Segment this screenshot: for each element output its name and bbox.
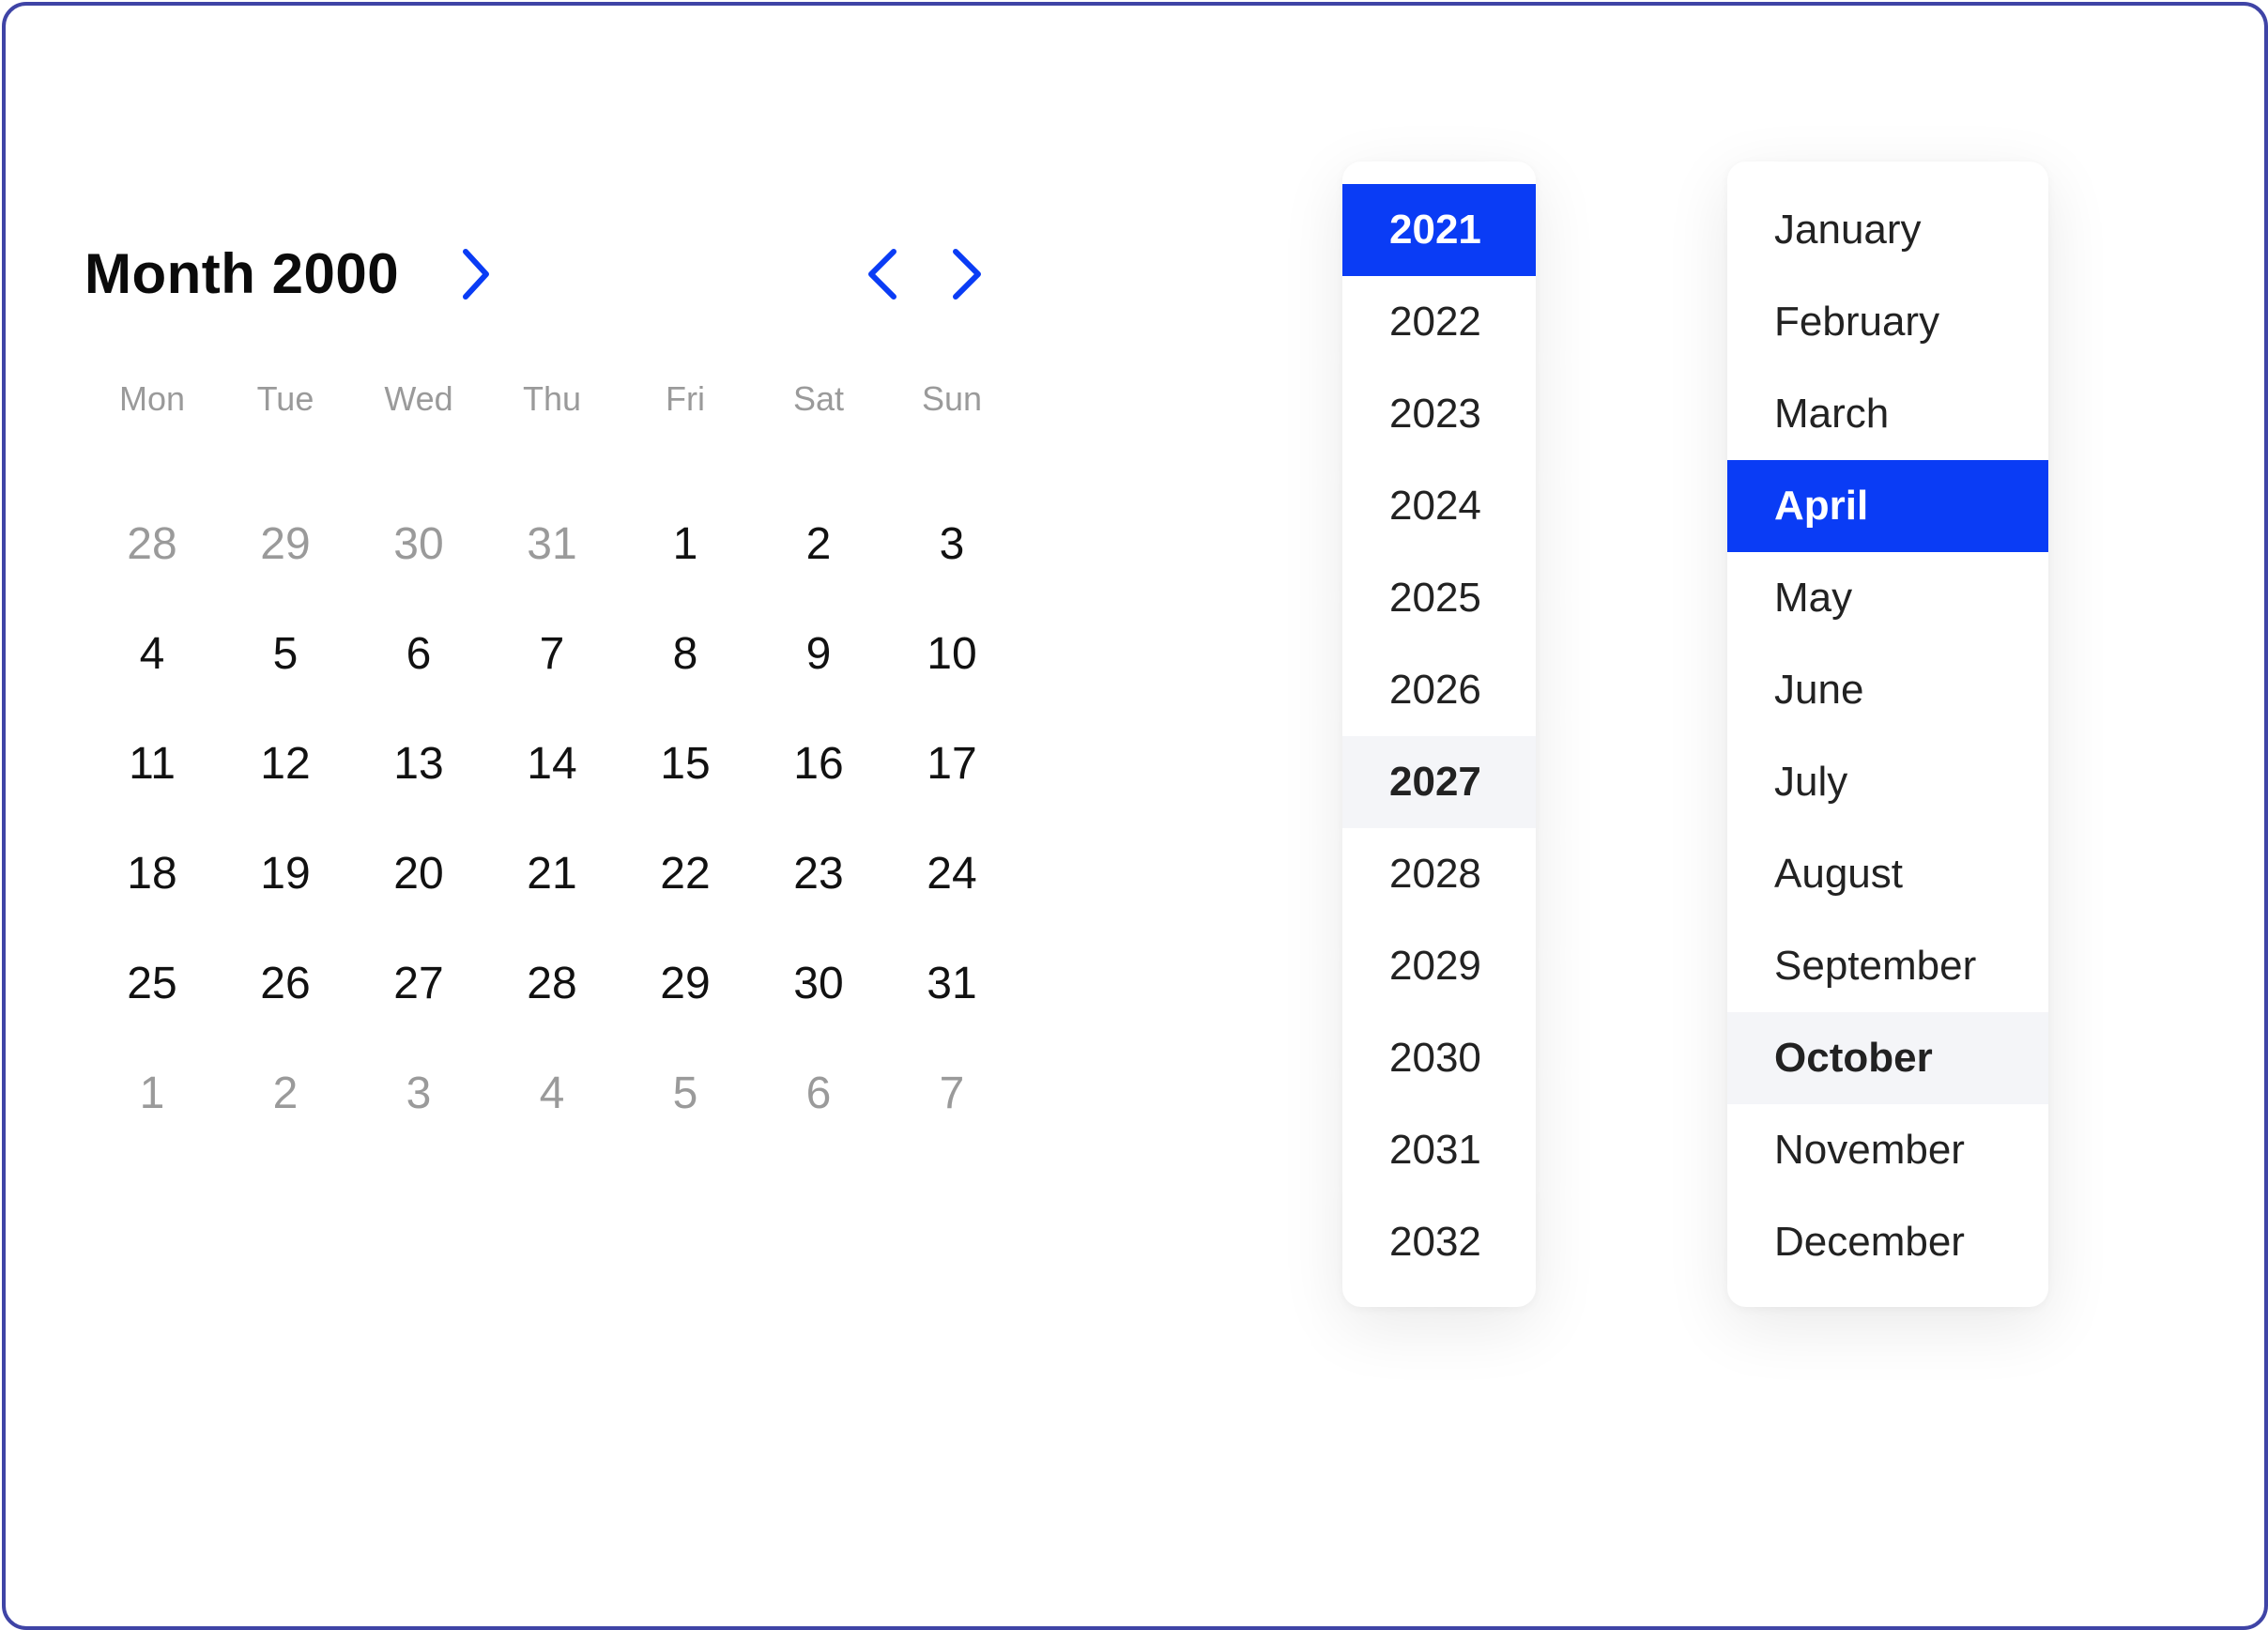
month-option[interactable]: September xyxy=(1727,920,2048,1012)
chevron-right-icon[interactable] xyxy=(460,246,492,302)
day-cell[interactable]: 10 xyxy=(896,612,1008,697)
month-option[interactable]: January xyxy=(1727,184,2048,276)
year-option[interactable]: 2032 xyxy=(1342,1196,1536,1288)
day-cell[interactable]: 2 xyxy=(762,502,875,587)
year-option[interactable]: 2023 xyxy=(1342,368,1536,460)
day-cell[interactable]: 18 xyxy=(96,832,208,916)
day-cell[interactable]: 5 xyxy=(229,612,342,697)
day-cell[interactable]: 26 xyxy=(229,942,342,1026)
year-option[interactable]: 2030 xyxy=(1342,1012,1536,1104)
day-cell[interactable]: 30 xyxy=(762,942,875,1026)
day-cell[interactable]: 23 xyxy=(762,832,875,916)
day-cell[interactable]: 7 xyxy=(496,612,608,697)
month-option[interactable]: August xyxy=(1727,828,2048,920)
month-option[interactable]: October xyxy=(1727,1012,2048,1104)
day-cell[interactable]: 17 xyxy=(896,722,1008,807)
year-option[interactable]: 2027 xyxy=(1342,736,1536,828)
weekday-header: Mon Tue Wed Thu Fri Sat Sun xyxy=(86,374,1006,424)
month-option[interactable]: April xyxy=(1727,460,2048,552)
year-option[interactable]: 2028 xyxy=(1342,828,1536,920)
year-option[interactable]: 2029 xyxy=(1342,920,1536,1012)
day-cell-outside-month[interactable]: 3 xyxy=(362,1052,475,1136)
year-option[interactable]: 2026 xyxy=(1342,644,1536,736)
day-cell-outside-month[interactable]: 5 xyxy=(629,1052,742,1136)
day-cell[interactable]: 19 xyxy=(229,832,342,916)
month-year-title[interactable]: Month 2000 xyxy=(84,237,399,312)
year-option[interactable]: 2025 xyxy=(1342,552,1536,644)
day-cell-outside-month[interactable]: 7 xyxy=(896,1052,1008,1136)
day-cell-outside-month[interactable]: 2 xyxy=(229,1052,342,1136)
year-option[interactable]: 2022 xyxy=(1342,276,1536,368)
day-cell[interactable]: 15 xyxy=(629,722,742,807)
day-cell-outside-month[interactable]: 31 xyxy=(496,502,608,587)
day-cell[interactable]: 31 xyxy=(896,942,1008,1026)
day-cell[interactable]: 16 xyxy=(762,722,875,807)
weekday-label: Thu xyxy=(522,379,582,418)
day-cell-outside-month[interactable]: 4 xyxy=(496,1052,608,1136)
day-cell[interactable]: 22 xyxy=(629,832,742,916)
day-cell[interactable]: 1 xyxy=(629,502,742,587)
weekday-label: Mon xyxy=(118,379,186,418)
next-month-button[interactable] xyxy=(948,246,986,302)
weekday-label: Tue xyxy=(256,379,314,418)
year-dropdown: 2021 2022 2023 2024 2025 2026 2027 2028 2029 2030… xyxy=(1342,161,1536,1307)
day-cell[interactable]: 13 xyxy=(362,722,475,807)
day-cell[interactable]: 24 xyxy=(896,832,1008,916)
year-option[interactable]: 2024 xyxy=(1342,460,1536,552)
day-cell-outside-month[interactable]: 29 xyxy=(229,502,342,587)
month-option[interactable]: February xyxy=(1727,276,2048,368)
day-cell-outside-month[interactable]: 30 xyxy=(362,502,475,587)
app-frame: Month 2000 Mon Tue Wed Thu Fri Sat Sun 28 29 30 3… xyxy=(2,2,2268,1630)
weekday-label: Sat xyxy=(792,379,845,418)
day-cell[interactable]: 4 xyxy=(96,612,208,697)
chevron-right-icon xyxy=(953,249,981,300)
day-cell[interactable]: 14 xyxy=(496,722,608,807)
day-cell[interactable]: 27 xyxy=(362,942,475,1026)
month-dropdown: January February March April May June July Augu… xyxy=(1727,161,2048,1307)
year-option[interactable]: 2021 xyxy=(1342,184,1536,276)
day-cell-outside-month[interactable]: 28 xyxy=(96,502,208,587)
month-option[interactable]: March xyxy=(1727,368,2048,460)
month-option[interactable]: November xyxy=(1727,1104,2048,1196)
weekday-label: Sun xyxy=(921,379,983,418)
day-cell[interactable]: 25 xyxy=(96,942,208,1026)
day-cell[interactable]: 11 xyxy=(96,722,208,807)
weekday-label: Wed xyxy=(384,379,453,418)
month-option[interactable]: June xyxy=(1727,644,2048,736)
day-cell[interactable]: 21 xyxy=(496,832,608,916)
day-cell-outside-month[interactable]: 1 xyxy=(96,1052,208,1136)
prev-month-button[interactable] xyxy=(864,246,901,302)
day-cell[interactable]: 8 xyxy=(629,612,742,697)
day-cell[interactable]: 28 xyxy=(496,942,608,1026)
day-cell[interactable]: 29 xyxy=(629,942,742,1026)
day-cell[interactable]: 6 xyxy=(362,612,475,697)
day-cell[interactable]: 12 xyxy=(229,722,342,807)
day-cell[interactable]: 20 xyxy=(362,832,475,916)
weekday-label: Fri xyxy=(666,379,705,418)
year-option[interactable]: 2031 xyxy=(1342,1104,1536,1196)
day-cell[interactable]: 9 xyxy=(762,612,875,697)
month-option[interactable]: May xyxy=(1727,552,2048,644)
month-option[interactable]: December xyxy=(1727,1196,2048,1288)
chevron-left-icon xyxy=(868,249,896,300)
month-option[interactable]: July xyxy=(1727,736,2048,828)
day-cell[interactable]: 3 xyxy=(896,502,1008,587)
day-cell-outside-month[interactable]: 6 xyxy=(762,1052,875,1136)
